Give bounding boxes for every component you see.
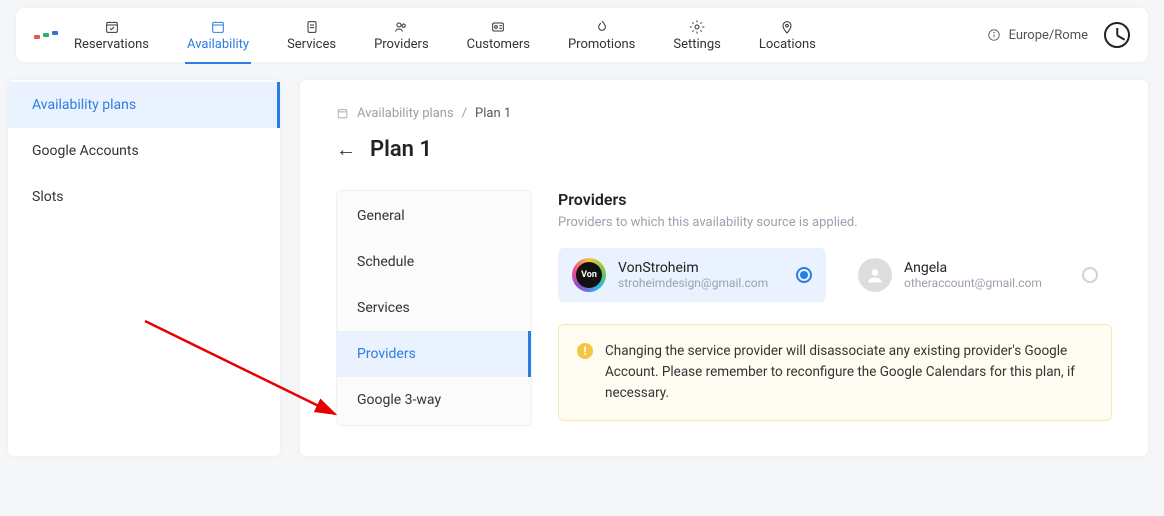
calendar-icon [336,107,349,120]
sidebar-item-availability-plans[interactable]: Availability plans [8,82,280,128]
warning-banner: ! Changing the service provider will dis… [558,324,1112,421]
panel-description: Providers to which this availability sou… [558,215,1112,230]
page-title: Plan 1 [370,137,432,162]
nav-settings[interactable]: Settings [671,14,722,57]
nav-providers[interactable]: Providers [372,14,431,57]
nav-promotions[interactable]: Promotions [566,14,637,57]
avatar [858,258,892,292]
nav-customers[interactable]: Customers [465,14,532,57]
providers-panel: Providers Providers to which this availa… [558,190,1112,426]
radio[interactable] [1082,267,1098,283]
nav-availability[interactable]: Availability [185,14,251,57]
provider-option[interactable]: VonStroheimstroheimdesign@gmail.com [558,248,826,302]
clipboard-icon [304,19,320,35]
panel-heading: Providers [558,190,1112,209]
logo [34,33,58,37]
sidebar-item-slots[interactable]: Slots [8,174,280,220]
section-google-3-way[interactable]: Google 3-way [337,377,531,423]
nav-reservations[interactable]: Reservations [72,14,151,57]
provider-name: VonStroheim [618,260,784,276]
calendar-check-icon [104,19,120,35]
top-navbar: Reservations Availability Services Provider… [16,8,1148,62]
nav-locations[interactable]: Locations [757,14,818,57]
warning-text: Changing the service provider will disas… [605,341,1093,404]
calendar-icon [210,19,226,35]
section-services[interactable]: Services [337,285,531,331]
users-icon [393,19,409,35]
main-panel: Availability plans / Plan 1 ← Plan 1 Gen… [300,80,1148,456]
provider-email: otheraccount@gmail.com [904,276,1070,290]
section-general[interactable]: General [337,193,531,239]
sidebar: Availability plansGoogle AccountsSlots [8,80,280,456]
provider-option[interactable]: Angelaotheraccount@gmail.com [844,248,1112,302]
nav-label: Settings [673,37,720,52]
nav-label: Reservations [74,37,149,52]
breadcrumb-current: Plan 1 [475,106,511,121]
back-button[interactable]: ← [336,137,356,162]
gear-icon [689,19,705,35]
pin-icon [779,19,795,35]
nav-services[interactable]: Services [285,14,338,57]
nav-label: Availability [187,37,249,52]
id-icon [490,19,506,35]
avatar [572,258,606,292]
clock-icon [1104,22,1130,48]
provider-email: stroheimdesign@gmail.com [618,276,784,290]
nav-label: Services [287,37,336,52]
provider-name: Angela [904,260,1070,276]
info-icon [987,28,1001,42]
section-providers[interactable]: Providers [337,331,531,377]
timezone-selector[interactable]: Europe/Rome [987,22,1130,48]
radio[interactable] [796,267,812,283]
section-schedule[interactable]: Schedule [337,239,531,285]
nav-label: Customers [467,37,530,52]
nav-label: Locations [759,37,816,52]
breadcrumb-root[interactable]: Availability plans [357,106,454,121]
nav-label: Promotions [568,37,635,52]
flame-icon [594,19,610,35]
warning-icon: ! [577,343,593,359]
timezone-label: Europe/Rome [1009,28,1088,43]
breadcrumb: Availability plans / Plan 1 [336,106,1112,121]
sidebar-item-google-accounts[interactable]: Google Accounts [8,128,280,174]
section-nav: GeneralScheduleServicesProvidersGoogle 3… [336,190,532,426]
nav-label: Providers [374,37,429,52]
